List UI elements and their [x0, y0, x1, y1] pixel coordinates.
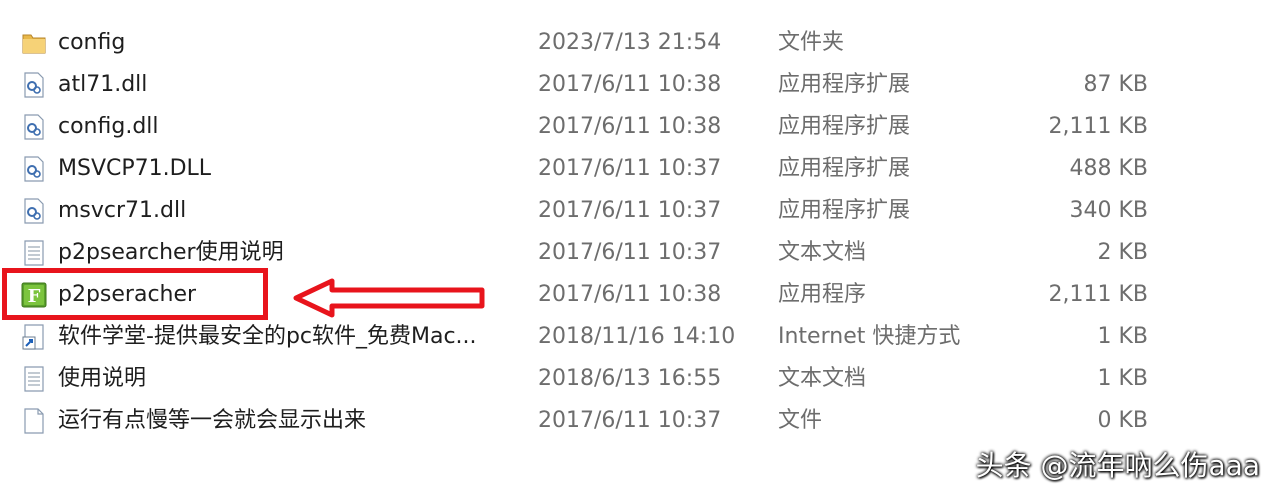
- watermark: 头条 @流年吶么伤aaa: [975, 449, 1260, 482]
- file-type: 应用程序扩展: [778, 114, 911, 139]
- file-size: 2,111 KB: [1048, 282, 1149, 307]
- file-size: 2,111 KB: [1048, 114, 1149, 139]
- file-type: 应用程序: [778, 282, 867, 307]
- file-type: 应用程序扩展: [778, 156, 911, 181]
- dll-file-icon: [24, 114, 44, 140]
- file-row-config-dll[interactable]: config.dll 2017/6/11 10:38 应用程序扩展 2,111 …: [0, 106, 1272, 148]
- file-name: config: [58, 30, 126, 55]
- file-size: 340 KB: [1069, 198, 1148, 223]
- file-row-msvcr71-dll[interactable]: msvcr71.dll 2017/6/11 10:37 应用程序扩展 340 K…: [0, 190, 1272, 232]
- file-date: 2017/6/11 10:37: [538, 198, 722, 223]
- file-date: 2017/6/11 10:38: [538, 282, 722, 307]
- file-size: 2 KB: [1097, 240, 1148, 265]
- file-type: 应用程序扩展: [778, 72, 911, 97]
- file-name: MSVCP71.DLL: [58, 156, 212, 181]
- file-size: 1 KB: [1097, 324, 1148, 349]
- left-arrow-annotation: [293, 278, 485, 318]
- file-list: config 2023/7/13 21:54 文件夹 atl71.dll 201…: [0, 22, 1272, 442]
- file-date: 2017/6/11 10:37: [538, 240, 722, 265]
- dll-file-icon: [24, 72, 44, 98]
- file-type: 文件: [778, 408, 823, 433]
- file-type: 文本文档: [778, 240, 867, 265]
- file-row-slow-notice[interactable]: 运行有点慢等一会就会显示出来 2017/6/11 10:37 文件 0 KB: [0, 400, 1272, 442]
- file-size: 488 KB: [1069, 156, 1148, 181]
- dll-file-icon: [24, 156, 44, 182]
- internet-shortcut-icon: [22, 324, 44, 350]
- file-row-msvcp71-dll[interactable]: MSVCP71.DLL 2017/6/11 10:37 应用程序扩展 488 K…: [0, 148, 1272, 190]
- file-row-atl71-dll[interactable]: atl71.dll 2017/6/11 10:38 应用程序扩展 87 KB: [0, 64, 1272, 106]
- highlight-box: [2, 268, 268, 320]
- file-row-internet-shortcut[interactable]: 软件学堂-提供最安全的pc软件_免费Mac... 2018/11/16 14:1…: [0, 316, 1272, 358]
- file-type: Internet 快捷方式: [778, 324, 961, 349]
- file-date: 2017/6/11 10:37: [538, 408, 722, 433]
- file-date: 2017/6/11 10:37: [538, 156, 722, 181]
- file-name: 运行有点慢等一会就会显示出来: [58, 408, 367, 433]
- file-type: 文本文档: [778, 366, 867, 391]
- file-name: config.dll: [58, 114, 159, 139]
- file-date: 2018/11/16 14:10: [538, 324, 736, 349]
- file-row-readme[interactable]: 使用说明 2018/6/13 16:55 文本文档 1 KB: [0, 358, 1272, 400]
- folder-icon: [22, 34, 46, 54]
- dll-file-icon: [24, 198, 44, 224]
- blank-file-icon: [24, 408, 44, 434]
- file-date: 2017/6/11 10:38: [538, 72, 722, 97]
- file-size: 1 KB: [1097, 366, 1148, 391]
- file-type: 文件夹: [778, 30, 845, 55]
- file-date: 2018/6/13 16:55: [538, 366, 722, 391]
- file-size: 0 KB: [1097, 408, 1148, 433]
- file-name: 使用说明: [58, 366, 147, 391]
- text-file-icon: [24, 240, 44, 266]
- file-date: 2017/6/11 10:38: [538, 114, 722, 139]
- file-size: 87 KB: [1083, 72, 1148, 97]
- text-file-icon: [24, 366, 44, 392]
- file-name: 软件学堂-提供最安全的pc软件_免费Mac...: [58, 324, 477, 349]
- file-name: msvcr71.dll: [58, 198, 187, 223]
- file-date: 2023/7/13 21:54: [538, 30, 722, 55]
- file-row-config-folder[interactable]: config 2023/7/13 21:54 文件夹: [0, 22, 1272, 64]
- file-name: atl71.dll: [58, 72, 148, 97]
- file-type: 应用程序扩展: [778, 198, 911, 223]
